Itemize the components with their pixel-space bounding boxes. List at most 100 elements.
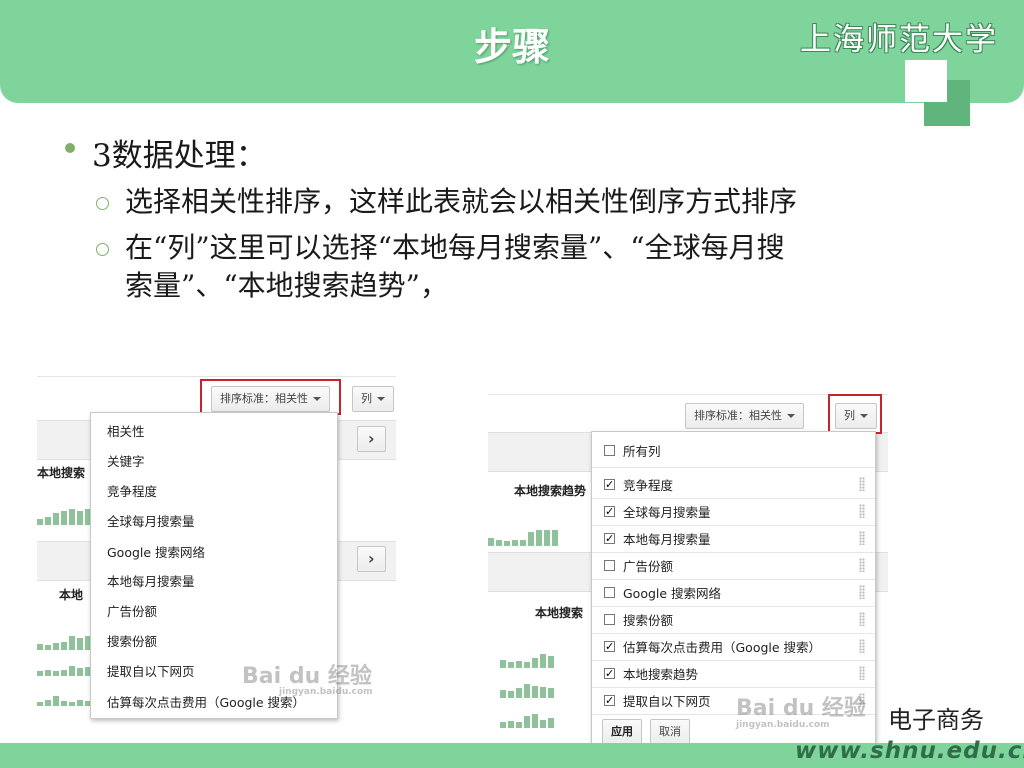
chevron-right-icon: › xyxy=(368,429,375,448)
chevron-down-icon xyxy=(787,414,795,418)
divider xyxy=(592,552,875,553)
drag-handle-icon[interactable] xyxy=(859,585,865,599)
checkbox-icon xyxy=(604,586,615,598)
chevron-down-icon xyxy=(377,397,385,401)
watermark-url: jingyan.baidu.com xyxy=(279,687,373,697)
footer-course-name: 电子商务 xyxy=(888,706,984,734)
menu-item-relevance[interactable]: 相关性 xyxy=(107,421,145,440)
watermark-url: jingyan.baidu.com xyxy=(736,720,830,730)
trend-sparkline xyxy=(500,684,554,698)
drag-handle-icon[interactable] xyxy=(859,666,865,680)
sub-bullet-icon xyxy=(96,243,109,256)
menu-item-search-share[interactable]: 搜索份额 xyxy=(107,631,157,650)
menu-item-estimated-cpc[interactable]: 估算每次点击费用（Google 搜索） xyxy=(107,692,305,711)
checkbox-column-item[interactable]: ✓ 估算每次点击费用（Google 搜索） xyxy=(604,636,821,656)
checkbox-column-item[interactable]: ✓ 提取自以下网页 xyxy=(604,690,711,710)
checkbox-label: Google 搜索网络 xyxy=(623,585,722,601)
menu-item-ad-share[interactable]: 广告份额 xyxy=(107,601,157,620)
checkbox-label: 所有列 xyxy=(623,443,661,459)
highlight-box xyxy=(828,394,882,434)
columns-button[interactable]: 列 xyxy=(352,386,394,412)
checkbox-label: 搜索份额 xyxy=(623,612,674,628)
menu-item-extracted-from[interactable]: 提取自以下网页 xyxy=(107,661,195,680)
menu-item-keyword[interactable]: 关键字 xyxy=(107,451,145,470)
menu-item-global-monthly[interactable]: 全球每月搜索量 xyxy=(107,511,195,530)
sort-button[interactable]: 排序标准：相关性 xyxy=(685,403,804,429)
highlight-box xyxy=(200,379,341,415)
checkbox-label: 广告份额 xyxy=(623,558,674,574)
bullet-dot-icon xyxy=(65,143,75,153)
screenshot-sort-menu: 本地搜索 本地 排序标准：相关性 列 › › 相关性 关键字 竞争程度 全球每月… xyxy=(37,374,396,729)
bullet-main-text: 3数据处理： xyxy=(92,138,267,174)
checkbox-label: 竞争程度 xyxy=(623,477,674,493)
screenshot-columns-menu: 本地搜索趋势 本地搜索 排序标准：相关性 列 所有列 ✓ 竞争程度 ✓ 全球每月… xyxy=(488,392,888,754)
column-label: 本地搜索趋势 xyxy=(514,484,587,498)
chevron-right-icon: › xyxy=(368,549,375,568)
drag-handle-icon[interactable] xyxy=(859,504,865,518)
drag-handle-icon[interactable] xyxy=(859,639,865,653)
divider xyxy=(592,467,875,468)
checkbox-icon xyxy=(604,613,615,625)
columns-button-label: 列 xyxy=(361,392,372,405)
checkbox-label: 全球每月搜索量 xyxy=(623,504,711,520)
drag-handle-icon[interactable] xyxy=(859,477,865,491)
checkbox-column-item[interactable]: ✓ 本地搜索趋势 xyxy=(604,663,698,683)
trend-sparkline xyxy=(37,509,91,525)
trend-sparkline xyxy=(500,714,554,728)
divider xyxy=(592,606,875,607)
checkbox-label: 本地搜索趋势 xyxy=(623,666,699,682)
checkbox-column-item[interactable]: Google 搜索网络 xyxy=(604,582,721,602)
checkbox-icon xyxy=(604,559,615,571)
checkbox-column-item[interactable]: 广告份额 xyxy=(604,555,673,575)
sub-bullet-text-2a: 在“列”这里可以选择“本地每月搜索量”、“全球每月搜 xyxy=(125,231,785,264)
drag-handle-icon[interactable] xyxy=(859,558,865,572)
divider xyxy=(592,579,875,580)
sort-button-label: 排序标准：相关性 xyxy=(694,409,782,422)
checkbox-checked-icon: ✓ xyxy=(604,504,615,518)
footer-url: www.shnu.edu.cn xyxy=(795,738,1024,764)
checkbox-label: 估算每次点击费用（Google 搜索） xyxy=(623,639,822,655)
checkbox-label: 本地每月搜索量 xyxy=(623,531,711,547)
checkbox-column-item[interactable]: ✓ 竞争程度 xyxy=(604,474,673,494)
checkbox-column-item[interactable]: ✓ 本地每月搜索量 xyxy=(604,528,711,548)
column-label: 本地 xyxy=(59,588,84,602)
menu-item-local-monthly[interactable]: 本地每月搜索量 xyxy=(107,571,195,590)
menu-item-competition[interactable]: 竞争程度 xyxy=(107,481,157,500)
checkbox-checked-icon: ✓ xyxy=(604,477,615,491)
divider xyxy=(592,660,875,661)
sub-bullet-text-1: 选择相关性排序，这样此表就会以相关性倒序方式排序 xyxy=(125,185,798,218)
trend-sparkline xyxy=(488,530,558,546)
checkbox-checked-icon: ✓ xyxy=(604,666,615,680)
cancel-button[interactable]: 取消 xyxy=(650,719,690,745)
watermark-logo: Bai du 经验 xyxy=(736,696,866,721)
next-page-button[interactable]: › xyxy=(357,426,386,452)
watermark-logo: Bai du 经验 xyxy=(242,664,372,689)
corner-decoration-inner xyxy=(905,60,947,102)
sub-bullet-icon xyxy=(96,197,109,210)
menu-item-google-search[interactable]: Google 搜索网络 xyxy=(107,542,205,561)
checkbox-checked-icon: ✓ xyxy=(604,531,615,545)
next-page-button[interactable]: › xyxy=(357,546,386,572)
divider xyxy=(592,687,875,688)
trend-sparkline xyxy=(500,654,554,668)
trend-sparkline xyxy=(37,666,91,676)
checkbox-label: 提取自以下网页 xyxy=(623,693,711,709)
checkbox-icon xyxy=(604,444,615,456)
trend-sparkline xyxy=(37,696,91,706)
checkbox-column-item[interactable]: 搜索份额 xyxy=(604,609,673,629)
divider xyxy=(592,525,875,526)
apply-button[interactable]: 应用 xyxy=(602,719,642,745)
drag-handle-icon[interactable] xyxy=(859,531,865,545)
university-logo: 上海师范大学 xyxy=(800,22,998,58)
trend-sparkline xyxy=(37,636,91,650)
checkbox-column-item[interactable]: ✓ 全球每月搜索量 xyxy=(604,501,711,521)
checkbox-all-columns[interactable]: 所有列 xyxy=(604,440,661,460)
checkbox-checked-icon: ✓ xyxy=(604,639,615,653)
sub-bullet-text-2b: 索量”、“本地搜索趋势”， xyxy=(125,269,448,302)
drag-handle-icon[interactable] xyxy=(859,612,865,626)
checkbox-checked-icon: ✓ xyxy=(604,693,615,707)
divider xyxy=(37,376,396,377)
divider xyxy=(592,498,875,499)
column-label: 本地搜索 xyxy=(535,606,584,620)
column-label: 本地搜索 xyxy=(37,466,86,480)
